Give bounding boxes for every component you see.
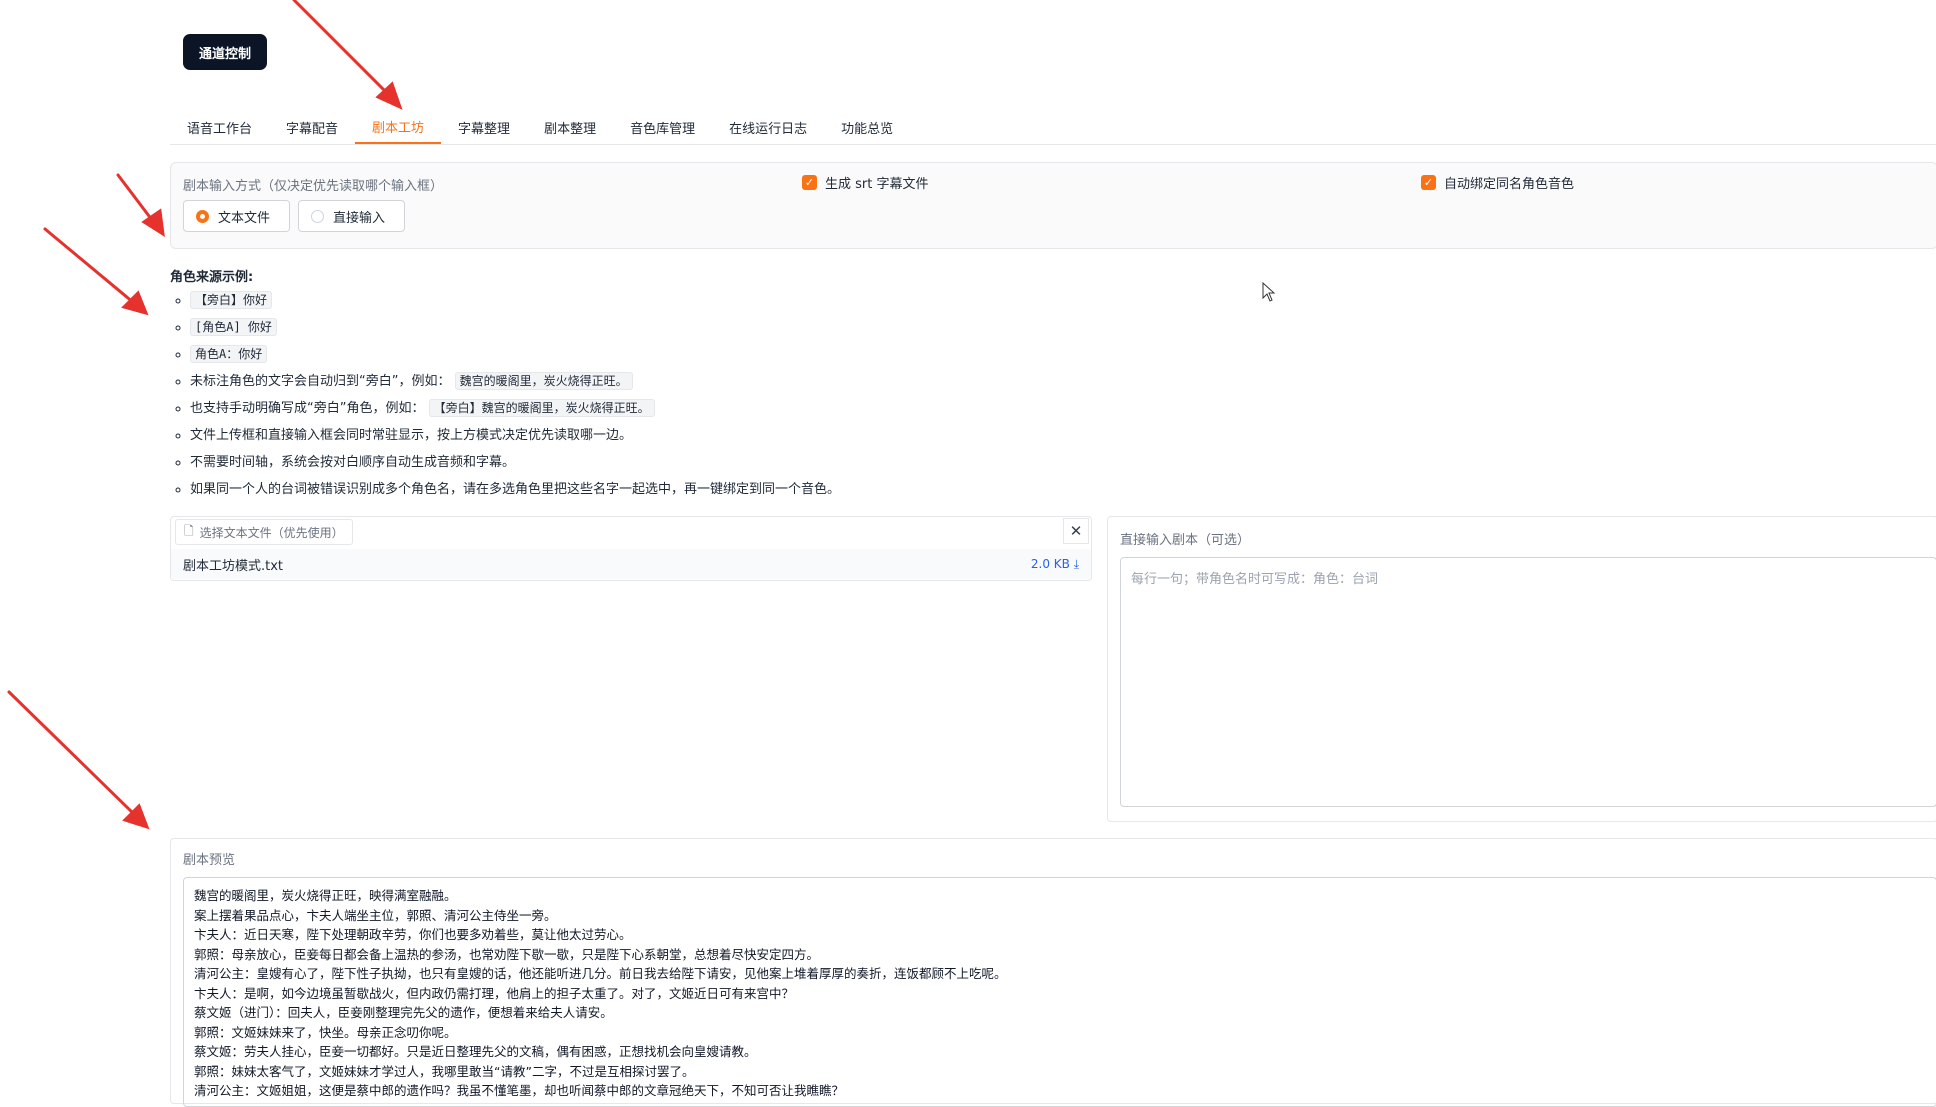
radio-text-file[interactable]: 文本文件 (183, 200, 290, 232)
preview-line: 魏宫的暖阁里，炭火烧得正旺，映得满室融融。 (194, 888, 457, 903)
preview-line: 卞夫人：是啊，如今边境虽暂歇战火，但内政仍需打理，他肩上的担子太重了。对了，文姬… (194, 985, 795, 1001)
uploaded-file-row[interactable]: 剧本工坊模式.txt 2.0 KB ⤓ (171, 549, 1091, 579)
channel-control-button[interactable]: 通道控制 (183, 34, 267, 70)
file-upload-tag[interactable]: 🗋 选择文本文件（优先使用） (175, 519, 353, 545)
input-mode-panel: 剧本输入方式（仅决定优先读取哪个输入框） 文本文件 直接输入 ✓ 生成 srt … (170, 162, 1936, 249)
tab-subtitle-dubbing[interactable]: 字幕配音 (269, 110, 355, 144)
file-size-download[interactable]: 2.0 KB ⤓ (1031, 557, 1079, 572)
arrow-head-examples (121, 290, 149, 316)
radio-direct-input[interactable]: 直接输入 (298, 200, 405, 232)
tab-voice-workbench[interactable]: 语音工作台 (170, 110, 269, 144)
checkbox-checked-icon[interactable]: ✓ (1421, 175, 1436, 190)
arrow-to-mode (116, 173, 157, 226)
example-text: 也支持手动明确写成“旁白”角色，例如： (190, 401, 425, 416)
arrow-head-preview (122, 803, 150, 830)
example-code: 魏宫的暖阁里，炭火烧得正旺。 (454, 372, 633, 390)
radio-text-file-label: 文本文件 (218, 210, 271, 226)
file-icon: 🗋 (184, 523, 194, 538)
list-item: 不需要时间轴，系统会按对白顺序自动生成音频和字幕。 (190, 449, 1270, 476)
preview-textbox[interactable]: 魏宫的暖阁里，炭火烧得正旺，映得满室融融。 案上摆着果品点心，卞夫人端坐主位，郭… (183, 877, 1936, 1107)
tab-subtitle-organize[interactable]: 字幕整理 (441, 110, 527, 144)
arrow-to-tab (292, 0, 392, 98)
input-mode-label: 剧本输入方式（仅决定优先读取哪个输入框） (183, 179, 444, 194)
srt-option-label: 生成 srt 字幕文件 (825, 177, 929, 192)
preview-label: 剧本预览 (183, 853, 236, 868)
tab-voice-library[interactable]: 音色库管理 (613, 110, 712, 144)
checkbox-checked-icon[interactable]: ✓ (802, 175, 817, 190)
arrow-to-preview (7, 690, 137, 817)
auto-bind-option-label: 自动绑定同名角色音色 (1444, 177, 1575, 192)
radio-unselected-icon (311, 209, 324, 223)
auto-bind-option[interactable]: ✓ 自动绑定同名角色音色 (1421, 173, 1574, 192)
direct-input-label: 直接输入剧本（可选） (1120, 533, 1251, 548)
list-item: 未标注角色的文字会自动归到“旁白”，例如： 魏宫的暖阁里，炭火烧得正旺。 (190, 368, 1270, 395)
example-code: 角色A：你好 (190, 345, 268, 363)
tab-script-organize[interactable]: 剧本整理 (527, 110, 613, 144)
preview-line: 郭照：母亲放心，臣妾每日都会备上温热的参汤，也常劝陛下歇一歇，只是陛下心系朝堂，… (194, 946, 820, 962)
arrow-head-tab (375, 81, 403, 110)
preview-line: 卞夫人：近日天寒，陛下处理朝政辛劳，你们也要多劝着些，莫让他太过劳心。 (194, 927, 632, 942)
list-item: 文件上传框和直接输入框会同时常驻显示，按上方模式决定优先读取哪一边。 (190, 422, 1270, 449)
list-item: 【旁白】你好 (190, 287, 1270, 314)
file-upload-panel: 🗋 选择文本文件（优先使用） ✕ 剧本工坊模式.txt 2.0 KB ⤓ (170, 516, 1092, 581)
preview-line: 清河公主：皇嫂有心了，陛下性子执拗，也只有皇嫂的话，他还能听进几分。前日我去给陛… (194, 966, 1007, 981)
radio-direct-input-label: 直接输入 (333, 210, 386, 226)
list-item: 角色A：你好 (190, 341, 1270, 368)
preview-line: 郭照：妹妹太客气了，文姬妹妹才学过人，我哪里敢当“请教”二字，不过是互相探讨罢了… (194, 1063, 695, 1079)
tab-online-logs[interactable]: 在线运行日志 (712, 110, 824, 144)
preview-line: 清河公主：文姬姐姐，这便是蔡中郎的遗作吗？我虽不懂笔墨，却也听闻蔡中郎的文章冠绝… (194, 1083, 845, 1098)
tab-script-workshop[interactable]: 剧本工坊 (355, 110, 442, 144)
tab-feature-overview[interactable]: 功能总览 (824, 110, 910, 144)
examples-list: 【旁白】你好 [角色A] 你好 角色A：你好 未标注角色的文字会自动归到“旁白”… (170, 287, 1270, 503)
arrow-head-mode (141, 208, 165, 237)
preview-line: 郭照：文姬妹妹来了，快坐。母亲正念叨你呢。 (194, 1024, 457, 1040)
arrow-to-examples (43, 227, 136, 305)
main-tabs: 语音工作台 字幕配音 剧本工坊 字幕整理 剧本整理 音色库管理 在线运行日志 功… (170, 110, 1936, 145)
preview-line: 案上摆着果品点心，卞夫人端坐主位，郭照、清河公主侍坐一旁。 (194, 907, 557, 923)
preview-line: 蔡文姬：劳夫人挂心，臣妾一切都好。只是近日整理先父的文稿，偶有困惑，正想找机会向… (194, 1044, 757, 1059)
list-item: 如果同一个人的台词被错误识别成多个角色名，请在多选角色里把这些名字一起选中，再一… (190, 476, 1270, 503)
list-item: [角色A] 你好 (190, 314, 1270, 341)
preview-line: 蔡文姬（进门）：回夫人，臣妾刚整理完先父的遗作，便想着来给夫人请安。 (194, 1005, 613, 1020)
direct-input-textarea[interactable] (1120, 557, 1936, 807)
list-item: 也支持手动明确写成“旁白”角色，例如： 【旁白】魏宫的暖阁里，炭火烧得正旺。 (190, 395, 1270, 422)
file-name: 剧本工坊模式.txt (183, 558, 284, 574)
srt-option[interactable]: ✓ 生成 srt 字幕文件 (802, 173, 928, 192)
role-source-examples: 角色来源示例: 【旁白】你好 [角色A] 你好 角色A：你好 未标注角色的文字会… (170, 266, 1270, 503)
direct-input-panel: 直接输入剧本（可选） (1107, 516, 1936, 822)
file-upload-tag-label: 选择文本文件（优先使用） (199, 525, 344, 540)
example-code: 【旁白】你好 (190, 291, 273, 309)
radio-selected-icon (196, 209, 209, 223)
examples-title: 角色来源示例: (170, 270, 254, 285)
mouse-cursor-icon (1262, 282, 1276, 302)
script-preview-panel: 剧本预览 魏宫的暖阁里，炭火烧得正旺，映得满室融融。 案上摆着果品点心，卞夫人端… (170, 838, 1936, 1107)
example-code: [角色A] 你好 (190, 318, 277, 336)
example-code: 【旁白】魏宫的暖阁里，炭火烧得正旺。 (428, 399, 655, 417)
example-text: 未标注角色的文字会自动归到“旁白”，例如： (190, 374, 451, 389)
close-icon[interactable]: ✕ (1063, 518, 1089, 544)
